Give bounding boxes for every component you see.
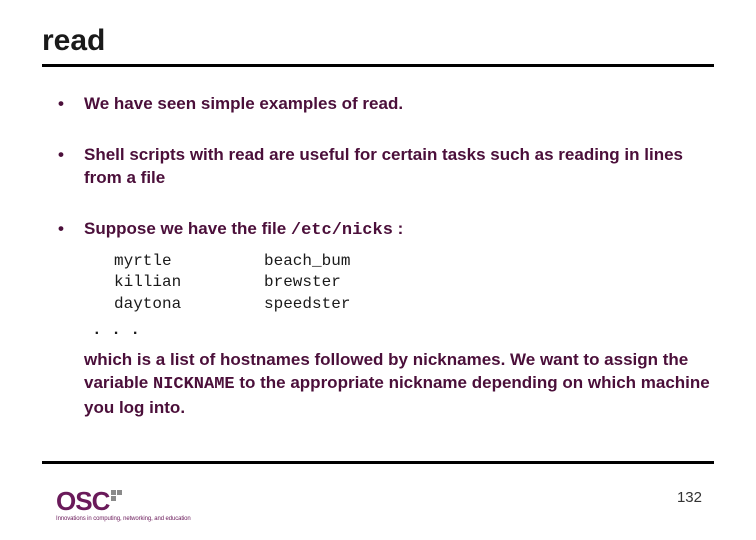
bullet-3-suffix: : (393, 219, 403, 238)
nickname-var-code: NICKNAME (153, 375, 235, 394)
osc-logo: OSC Innovations in computing, networking… (56, 488, 191, 522)
file-row: myrtle beach_bum (114, 251, 714, 273)
logo-text: OSC (56, 488, 109, 514)
host-cell: myrtle (114, 251, 264, 273)
nick-cell: speedster (264, 294, 350, 316)
bullet-2: Shell scripts with read are useful for c… (56, 144, 714, 190)
file-path-code: /etc/nicks (291, 221, 393, 240)
host-cell: killian (114, 272, 264, 294)
bullet-1: We have seen simple examples of read. (56, 93, 714, 116)
title-divider (42, 64, 714, 67)
page-number: 132 (677, 489, 702, 506)
file-content-block: myrtle beach_bum killian brewster dayton… (114, 251, 714, 316)
logo-dots-icon (111, 490, 122, 501)
logo-tagline: Innovations in computing, networking, an… (56, 516, 191, 522)
file-row: daytona speedster (114, 294, 714, 316)
file-ellipsis: . . . (84, 320, 714, 342)
nick-cell: beach_bum (264, 251, 350, 273)
file-row: killian brewster (114, 272, 714, 294)
bullet-3-paragraph: which is a list of hostnames followed by… (84, 349, 714, 420)
footer-divider (42, 461, 714, 464)
bullet-3: Suppose we have the file /etc/nicks : my… (56, 218, 714, 420)
host-cell: daytona (114, 294, 264, 316)
nick-cell: brewster (264, 272, 341, 294)
slide-title: read (42, 24, 714, 64)
bullet-3-prefix: Suppose we have the file (84, 219, 291, 238)
